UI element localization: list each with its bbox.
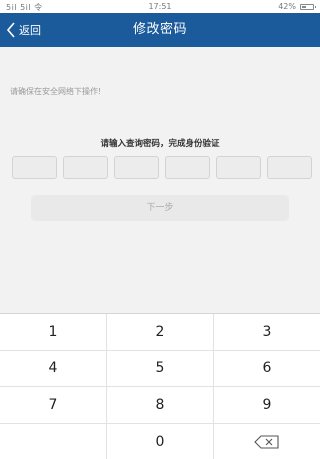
keypad-blank bbox=[0, 423, 107, 459]
next-step-button[interactable]: 下一步 bbox=[31, 195, 289, 221]
keypad-row: 123 bbox=[0, 314, 320, 351]
pin-digit-box[interactable] bbox=[165, 156, 210, 179]
pin-digit-box[interactable] bbox=[216, 156, 261, 179]
digit-key-8[interactable]: 8 bbox=[107, 387, 214, 423]
digit-key-5[interactable]: 5 bbox=[107, 350, 214, 386]
back-label: 返回 bbox=[19, 24, 41, 37]
digit-key-6[interactable]: 6 bbox=[214, 351, 320, 387]
numeric-keypad: 1234567890 bbox=[0, 313, 320, 459]
pin-digit-box[interactable] bbox=[267, 156, 312, 179]
pin-input-row[interactable] bbox=[12, 156, 312, 179]
pin-prompt: 请输入查询密码，完成身份验证 bbox=[100, 139, 220, 149]
digit-key-9[interactable]: 9 bbox=[214, 387, 320, 423]
keypad-row: 456 bbox=[0, 350, 320, 387]
status-bar: 5il 5il 令 17:51 42% bbox=[0, 0, 320, 13]
back-button[interactable]: 返回 bbox=[6, 13, 41, 47]
pin-digit-box[interactable] bbox=[63, 156, 108, 179]
page-title: 修改密码 bbox=[132, 22, 187, 37]
delete-key[interactable] bbox=[214, 424, 320, 459]
nav-bar: 返回 修改密码 bbox=[0, 13, 320, 47]
digit-key-7[interactable]: 7 bbox=[0, 387, 107, 423]
battery-icon bbox=[300, 3, 316, 10]
battery-percent: 42% bbox=[278, 2, 296, 11]
digit-key-1[interactable]: 1 bbox=[0, 314, 107, 350]
status-time: 17:51 bbox=[148, 2, 172, 11]
chevron-left-icon bbox=[6, 22, 15, 38]
keypad-row: 789 bbox=[0, 387, 320, 424]
pin-digit-box[interactable] bbox=[114, 156, 159, 179]
pin-digit-box[interactable] bbox=[12, 156, 57, 179]
battery-status: 42% bbox=[278, 2, 316, 11]
digit-key-2[interactable]: 2 bbox=[107, 314, 214, 350]
security-notice: 请确保在安全网络下操作! bbox=[10, 87, 102, 96]
digit-key-4[interactable]: 4 bbox=[0, 350, 107, 386]
keypad-row: 0 bbox=[0, 423, 320, 459]
digit-key-3[interactable]: 3 bbox=[214, 314, 320, 350]
backspace-icon bbox=[254, 435, 279, 449]
digit-key-0[interactable]: 0 bbox=[107, 423, 214, 459]
